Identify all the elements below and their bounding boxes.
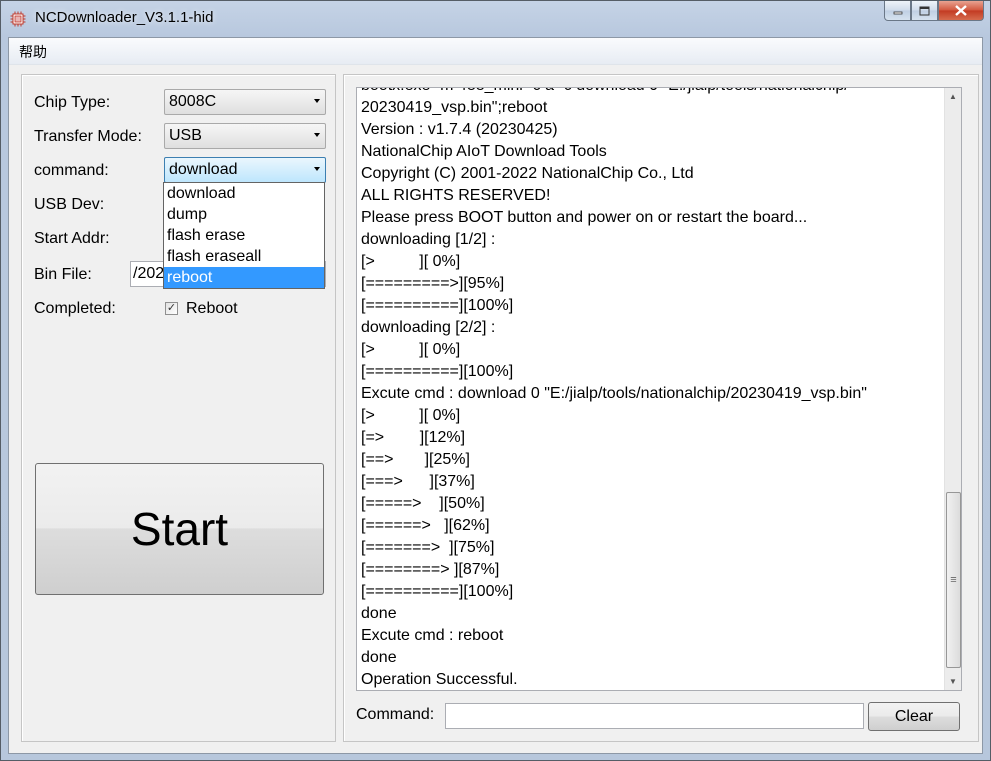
maximize-button[interactable] — [911, 1, 938, 21]
reboot-checkbox[interactable]: ✓ — [165, 302, 178, 315]
log-line: Excute cmd : download 0 "E:/jialp/tools/… — [361, 385, 867, 402]
log-lines: bootx.exe -m 488_mini -c a -c download 0… — [361, 88, 943, 690]
chevron-down-icon — [314, 167, 320, 171]
command-input[interactable] — [445, 703, 864, 729]
log-line: downloading [2/2] : — [361, 319, 496, 336]
log-line: done — [361, 649, 397, 666]
log-line: Please press BOOT button and power on or… — [361, 209, 808, 226]
command-value: download — [169, 161, 238, 178]
log-line: Version : v1.7.4 (20230425) — [361, 121, 558, 138]
log-line: 20230419_vsp.bin";reboot — [361, 99, 548, 116]
menu-help[interactable]: 帮助 — [13, 42, 53, 62]
log-line: [> ][ 0%] — [361, 341, 461, 358]
minimize-button[interactable] — [884, 1, 911, 21]
transfer-mode-label: Transfer Mode: — [34, 128, 142, 145]
client-area: 帮助 Chip Type: 8008C Transfer Mode: USB c… — [8, 37, 983, 754]
log-line: ALL RIGHTS RESERVED! — [361, 187, 551, 204]
log-line: NationalChip AIoT Download Tools — [361, 143, 607, 160]
chip-icon — [10, 11, 26, 27]
log-line: [==========][100%] — [361, 363, 514, 380]
menu-bar: 帮助 — [9, 38, 982, 65]
log-line: [=========>][95%] — [361, 275, 505, 292]
log-line: [========> ][87%] — [361, 561, 500, 578]
log-line: [==> ][25%] — [361, 451, 470, 468]
log-line: [=> ][12%] — [361, 429, 466, 446]
log-line: [=====> ][50%] — [361, 495, 485, 512]
log-line: [==========][100%] — [361, 583, 514, 600]
bin-file-label: Bin File: — [34, 266, 92, 283]
chevron-down-icon — [314, 133, 320, 137]
chip-type-select[interactable]: 8008C — [164, 89, 326, 115]
log-line: [=======> ][75%] — [361, 539, 495, 556]
dropdown-option-reboot[interactable]: reboot — [164, 267, 324, 288]
log-output[interactable]: bootx.exe -m 488_mini -c a -c download 0… — [356, 87, 962, 691]
start-button[interactable]: Start — [35, 463, 324, 595]
log-panel: bootx.exe -m 488_mini -c a -c download 0… — [343, 74, 979, 742]
command-input-label: Command: — [356, 706, 435, 723]
dropdown-option-dump[interactable]: dump — [164, 204, 324, 225]
log-line: Copyright (C) 2001-2022 NationalChip Co.… — [361, 165, 694, 182]
command-select[interactable]: download — [164, 157, 326, 183]
log-line: bootx.exe -m 488_mini -c a -c download 0… — [361, 88, 943, 97]
caption-buttons — [884, 1, 984, 23]
log-line: Excute cmd : reboot — [361, 627, 504, 644]
bin-file-value: /202 — [133, 265, 165, 282]
log-line: [> ][ 0%] — [361, 407, 461, 424]
command-dropdown-list: download dump flash erase flash eraseall… — [163, 182, 325, 289]
maximize-icon — [919, 6, 930, 15]
chevron-down-icon — [314, 99, 320, 103]
window-title: NCDownloader_V3.1.1-hid — [35, 9, 214, 26]
log-line: done — [361, 605, 397, 622]
command-label: command: — [34, 162, 109, 179]
log-line: [==========][100%] — [361, 297, 514, 314]
minimize-icon — [893, 11, 902, 14]
scroll-up-arrow-icon[interactable]: ▲ — [945, 88, 961, 105]
scrollbar-thumb[interactable]: ≡ — [946, 492, 961, 668]
settings-panel: Chip Type: 8008C Transfer Mode: USB comm… — [21, 74, 336, 742]
dropdown-option-flash-eraseall[interactable]: flash eraseall — [164, 246, 324, 267]
dropdown-option-flash-erase[interactable]: flash erase — [164, 225, 324, 246]
log-line: downloading [1/2] : — [361, 231, 496, 248]
app-window: NCDownloader_V3.1.1-hid 帮助 Chip Type: 80… — [0, 0, 991, 761]
log-scrollbar[interactable]: ▲ ≡ ▼ — [944, 88, 961, 690]
completed-label: Completed: — [34, 300, 116, 317]
log-line: [> ][ 0%] — [361, 253, 461, 270]
log-line: [===> ][37%] — [361, 473, 475, 490]
transfer-mode-select[interactable]: USB — [164, 123, 326, 149]
chip-type-label: Chip Type: — [34, 94, 111, 111]
reboot-checkbox-label[interactable]: Reboot — [186, 300, 238, 318]
clear-button[interactable]: Clear — [868, 702, 960, 731]
chip-type-value: 8008C — [169, 93, 217, 110]
close-icon — [955, 5, 967, 16]
transfer-mode-value: USB — [169, 127, 202, 144]
log-line: [======> ][62%] — [361, 517, 490, 534]
title-bar[interactable]: NCDownloader_V3.1.1-hid — [1, 1, 990, 37]
start-addr-label: Start Addr: — [34, 230, 110, 247]
dropdown-option-download[interactable]: download — [164, 183, 324, 204]
checkmark-icon: ✓ — [166, 302, 177, 314]
close-button[interactable] — [938, 1, 984, 21]
usb-dev-label: USB Dev: — [34, 196, 105, 213]
scroll-down-arrow-icon[interactable]: ▼ — [945, 673, 961, 690]
log-line: Operation Successful. — [361, 671, 518, 688]
grip-icon: ≡ — [950, 574, 957, 586]
